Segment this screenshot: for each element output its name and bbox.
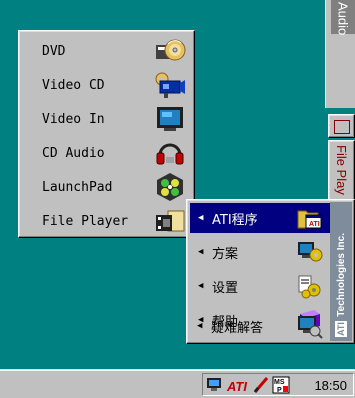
window-restore-icon <box>334 120 350 134</box>
submenu-item-label: 方案 <box>212 246 239 262</box>
video-cd-camera-icon <box>155 72 185 98</box>
ati-brand-text: Technologies Inc. <box>335 233 347 317</box>
svg-text:ATI: ATI <box>309 221 320 228</box>
troubleshoot-icon <box>298 316 323 339</box>
menu-item-file-player[interactable]: File Player <box>22 204 192 238</box>
submenu-item-label: 设置 <box>212 280 239 296</box>
background-file-play-label: File Play <box>334 145 349 195</box>
launchpad-icon <box>157 173 183 201</box>
submenu-arrow-icon: ◀ <box>198 247 204 257</box>
submenu-item-ati-programs[interactable]: ◀ ATI程序 ATI <box>190 203 330 233</box>
mspaint-tray-icon[interactable]: MS P <box>272 376 290 394</box>
settings-gear-icon <box>298 275 321 299</box>
background-side-button[interactable] <box>328 114 355 138</box>
submenu-item-troubleshoot[interactable]: ◀ 疑难解答 <box>189 311 329 341</box>
submenu-item-label: ATI程序 <box>212 212 258 228</box>
svg-text:P: P <box>277 387 282 394</box>
submenu-item-schemes[interactable]: ◀ 方案 <box>190 237 330 267</box>
submenu-arrow-icon: ◀ <box>198 213 204 223</box>
ati-tray-icon[interactable]: ATI <box>226 376 250 394</box>
pencil-tray-icon[interactable] <box>252 376 270 394</box>
menu-item-label: CD Audio <box>42 145 105 161</box>
menu-item-dvd[interactable]: DVD <box>22 34 192 68</box>
background-window-title[interactable]: Audio <box>331 0 355 36</box>
menu-item-video-in[interactable]: Video In <box>22 102 192 136</box>
ati-brand-banner: Technologies Inc. ATI <box>330 202 352 341</box>
menu-item-cd-audio[interactable]: CD Audio <box>22 136 192 170</box>
svg-text:ATI: ATI <box>226 379 247 394</box>
menu-item-label: Video In <box>42 111 105 127</box>
system-tray: ATI MS P 18:50 <box>202 373 354 396</box>
ati-logo-icon: ATI <box>335 321 347 337</box>
svg-text:MS: MS <box>274 379 285 386</box>
main-popup-menu: DVD Video CD Video In CD Audio LaunchPad… <box>18 30 195 238</box>
background-window-title-text: Audio <box>335 2 351 36</box>
taskbar-clock[interactable]: 18:50 <box>314 374 347 397</box>
submenu-arrow-icon: ◀ <box>197 321 203 331</box>
submenu-arrow-icon: ◀ <box>198 281 204 291</box>
submenu-item-settings[interactable]: ◀ 设置 <box>190 271 330 301</box>
schemes-monitor-gear-icon <box>298 242 323 262</box>
submenu-item-label: 疑难解答 <box>211 320 264 336</box>
menu-item-launchpad[interactable]: LaunchPad <box>22 170 192 204</box>
menu-item-label: DVD <box>42 43 66 59</box>
dvd-disc-icon <box>156 39 186 61</box>
tv-monitor-icon <box>157 107 183 131</box>
display-tray-icon[interactable] <box>206 376 224 394</box>
menu-item-label: LaunchPad <box>42 179 113 195</box>
menu-item-label: Video CD <box>42 77 105 93</box>
taskbar: ATI MS P 18:50 <box>0 369 355 398</box>
headphones-icon <box>156 143 184 165</box>
menu-item-label: File Player <box>42 213 129 229</box>
background-file-play-button[interactable]: File Play <box>328 140 355 206</box>
ati-programs-folder-icon: ATI <box>297 210 322 229</box>
file-player-icon <box>156 210 185 232</box>
menu-item-video-cd[interactable]: Video CD <box>22 68 192 102</box>
